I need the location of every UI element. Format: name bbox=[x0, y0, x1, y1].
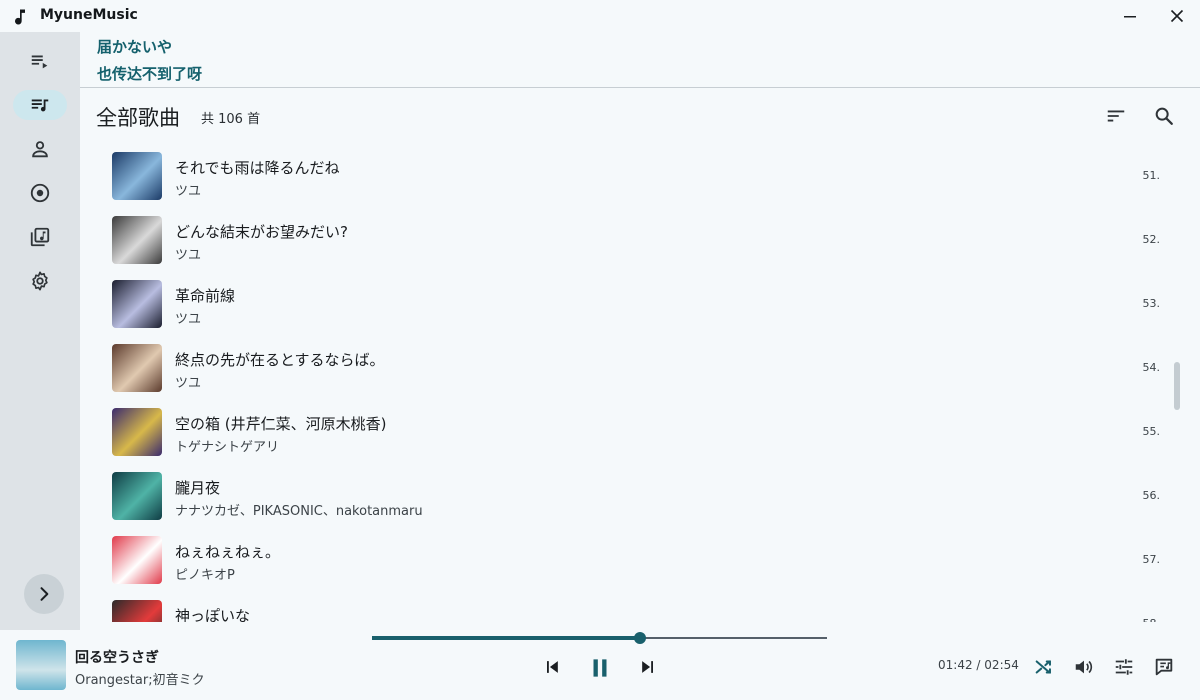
expand-sidebar-button[interactable] bbox=[24, 574, 64, 614]
minimize-icon bbox=[1124, 16, 1136, 18]
progress-thumb[interactable] bbox=[634, 632, 646, 644]
person-icon bbox=[32, 141, 48, 158]
song-index: 57. bbox=[1142, 553, 1161, 566]
song-index: 54. bbox=[1142, 361, 1161, 374]
now-playing-title: 回る空うさぎ bbox=[75, 650, 159, 666]
library-music-icon bbox=[30, 227, 50, 247]
song-artist: ピノキオP bbox=[175, 568, 235, 583]
skip-next-icon bbox=[642, 661, 653, 673]
song-index: 52. bbox=[1142, 233, 1161, 246]
nav-now-playing[interactable] bbox=[13, 46, 67, 76]
now-playing-cover[interactable] bbox=[16, 640, 66, 690]
current-time: 01:42 bbox=[938, 658, 973, 672]
song-index: 58. bbox=[1143, 617, 1161, 622]
song-cover bbox=[112, 344, 162, 392]
time-separator: / bbox=[976, 658, 981, 672]
nav-albums[interactable] bbox=[13, 178, 67, 208]
equalizer-button[interactable] bbox=[1113, 656, 1135, 678]
skip-previous-icon bbox=[547, 661, 558, 673]
nav-artists[interactable] bbox=[13, 134, 67, 164]
song-index: 55. bbox=[1142, 425, 1161, 438]
song-row[interactable]: 終点の先が在るとするならば。 ツユ 54. bbox=[80, 336, 1172, 400]
total-time: 02:54 bbox=[984, 658, 1019, 672]
song-list: それでも雨は降るんだね ツユ 51. どんな結末がお望みだい? ツユ 52. 革命前線 ツユ 5… bbox=[80, 144, 1172, 622]
previous-button[interactable] bbox=[541, 656, 563, 678]
song-count: 共 106 首 bbox=[201, 112, 261, 127]
song-index: 53. bbox=[1142, 297, 1161, 310]
close-icon bbox=[1170, 9, 1184, 23]
queue-music-icon bbox=[31, 99, 49, 112]
pause-icon bbox=[593, 659, 607, 677]
music-note-icon bbox=[15, 9, 25, 25]
song-cover bbox=[112, 152, 162, 200]
song-artist: ナナツカゼ、PIKASONIC、nakotanmaru bbox=[175, 504, 423, 519]
song-row[interactable]: 神っぽいな 58. bbox=[80, 592, 1172, 622]
song-title: 空の箱 (井芹仁菜、河原木桃香) bbox=[175, 415, 387, 433]
player-bar: 回る空うさぎ Orangestar;初音ミク 01:42 / 02:54 bbox=[0, 630, 1200, 700]
search-icon bbox=[1155, 107, 1173, 125]
song-row[interactable]: 朧月夜ナナツカゼ、PIKASONIC、nakotanmaru 56. bbox=[80, 464, 1172, 528]
lyrics-icon bbox=[1155, 658, 1173, 676]
song-row[interactable]: それでも雨は降るんだね ツユ 51. bbox=[80, 144, 1172, 208]
settings-icon bbox=[32, 271, 48, 291]
song-cover bbox=[112, 408, 162, 456]
progress-fill bbox=[372, 636, 640, 640]
app-title: MyuneMusic bbox=[40, 7, 138, 23]
chevron-right-icon bbox=[40, 587, 49, 601]
album-icon bbox=[30, 183, 50, 203]
song-artist: ツユ bbox=[175, 376, 202, 391]
song-cover bbox=[112, 472, 162, 520]
page-title: 全部歌曲 bbox=[96, 106, 180, 130]
lyrics-panel: 届かないや 也传达不到了呀 bbox=[80, 32, 1200, 88]
song-title: 神っぽいな bbox=[175, 607, 251, 622]
lyrics-button[interactable] bbox=[1153, 656, 1175, 678]
song-cover bbox=[112, 536, 162, 584]
song-cover bbox=[112, 600, 162, 622]
shuffle-button[interactable] bbox=[1033, 656, 1055, 678]
song-row[interactable]: ねぇねぇねぇ。 ピノキオP 57. bbox=[80, 528, 1172, 592]
search-button[interactable] bbox=[1152, 104, 1176, 128]
song-artist: ツユ bbox=[175, 248, 202, 263]
song-title: ねぇねぇねぇ。 bbox=[175, 543, 281, 561]
playlist-play-icon bbox=[31, 55, 48, 69]
lyric-line-translation: 也传达不到了呀 bbox=[97, 65, 203, 83]
sort-button[interactable] bbox=[1104, 104, 1128, 128]
close-button[interactable] bbox=[1164, 4, 1190, 28]
volume-icon bbox=[1075, 660, 1093, 674]
song-artist: ツユ bbox=[175, 312, 202, 327]
song-row[interactable]: 空の箱 (井芹仁菜、河原木桃香) トゲナシトゲアリ 55. bbox=[80, 400, 1172, 464]
song-artist: トゲナシトゲアリ bbox=[175, 440, 280, 455]
song-title: どんな結末がお望みだい? bbox=[175, 223, 348, 241]
song-title: それでも雨は降るんだね bbox=[175, 159, 340, 177]
sidebar bbox=[0, 32, 80, 630]
nav-all-songs[interactable] bbox=[13, 90, 67, 120]
song-cover bbox=[112, 280, 162, 328]
equalizer-icon bbox=[1115, 659, 1133, 675]
playback-time: 01:42 / 02:54 bbox=[938, 658, 1019, 672]
shuffle-icon bbox=[1035, 660, 1051, 674]
minimize-button[interactable] bbox=[1117, 4, 1143, 28]
lyric-line-original: 届かないや bbox=[97, 38, 173, 56]
song-index: 56. bbox=[1142, 489, 1161, 502]
pause-button[interactable] bbox=[586, 654, 614, 682]
song-row[interactable]: どんな結末がお望みだい? ツユ 52. bbox=[80, 208, 1172, 272]
progress-slider[interactable] bbox=[372, 632, 827, 644]
song-cover bbox=[112, 216, 162, 264]
title-bar: MyuneMusic bbox=[0, 0, 1200, 32]
song-title: 革命前線 bbox=[175, 287, 236, 305]
list-scrollbar[interactable] bbox=[1174, 362, 1180, 410]
song-artist: ツユ bbox=[175, 184, 202, 199]
song-index: 51. bbox=[1142, 169, 1161, 182]
nav-playlists[interactable] bbox=[13, 222, 67, 252]
song-row[interactable]: 革命前線ツユ 53. bbox=[80, 272, 1172, 336]
next-button[interactable] bbox=[637, 656, 659, 678]
sort-icon bbox=[1107, 110, 1125, 122]
song-title: 終点の先が在るとするならば。 bbox=[175, 351, 385, 369]
volume-button[interactable] bbox=[1073, 656, 1095, 678]
song-title: 朧月夜 bbox=[175, 479, 221, 497]
nav-settings[interactable] bbox=[13, 266, 67, 296]
now-playing-artist: Orangestar;初音ミク bbox=[75, 673, 205, 688]
